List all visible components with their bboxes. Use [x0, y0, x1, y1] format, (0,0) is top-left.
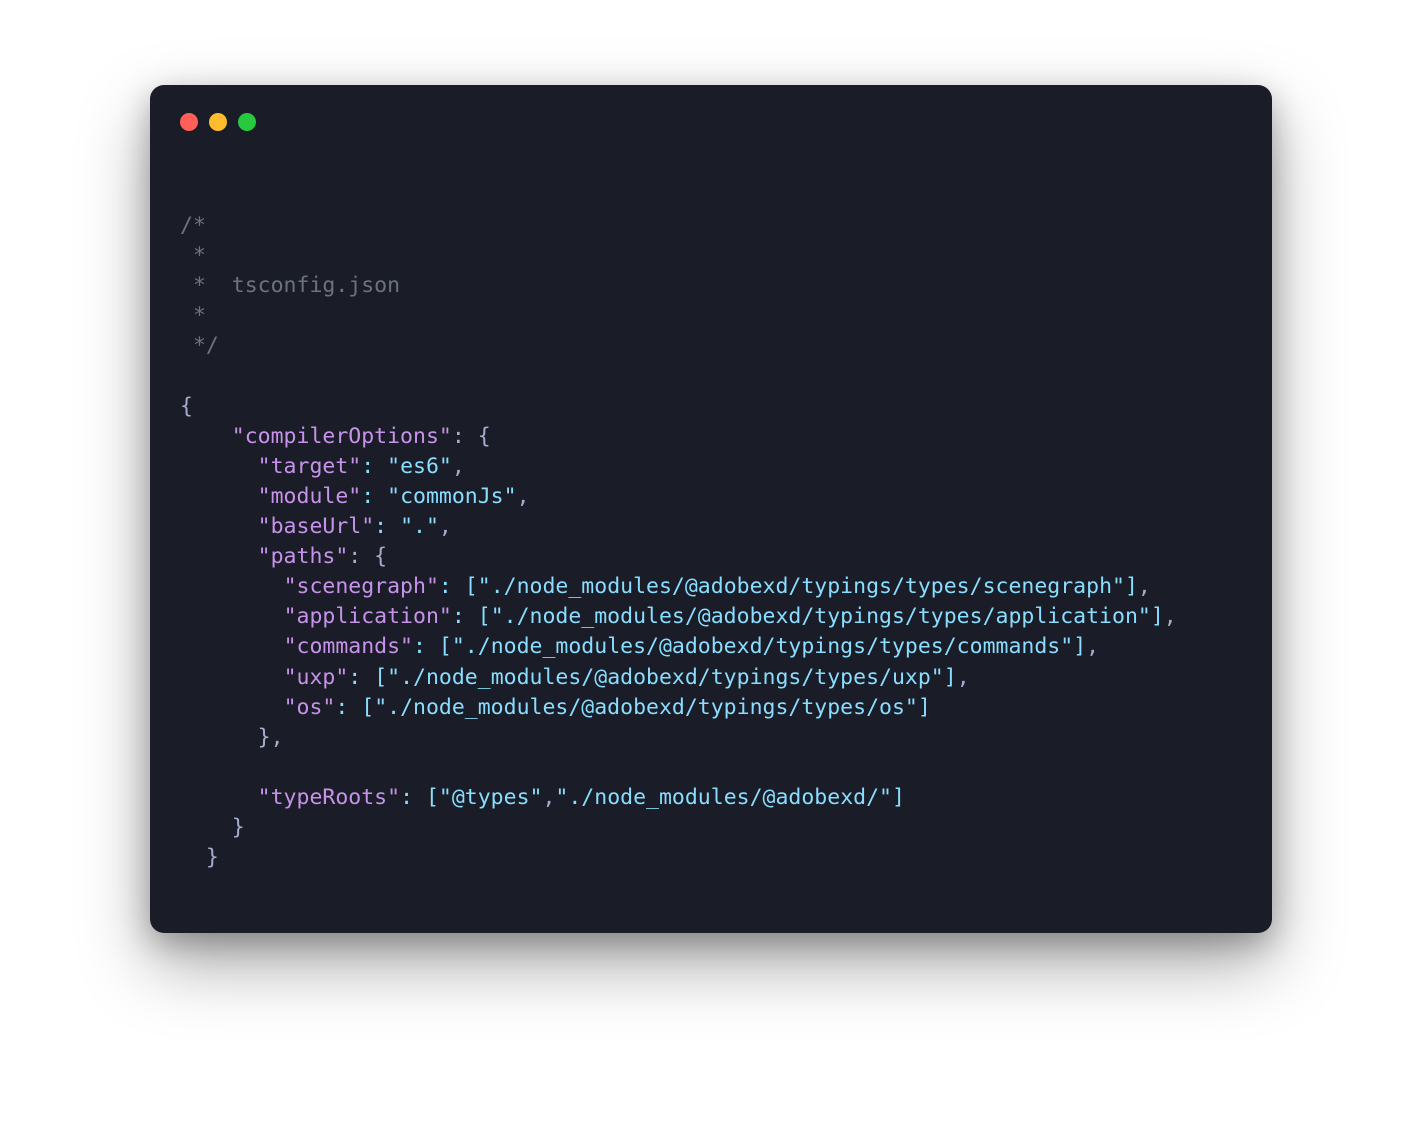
punc: ] — [892, 785, 905, 810]
punc: , — [1086, 634, 1099, 659]
json-key-target: "target" — [258, 454, 362, 479]
punc: [ — [478, 604, 491, 629]
punc: ] — [944, 665, 957, 690]
punc: ] — [1073, 634, 1086, 659]
json-string: "./node_modules/@adobexd/typings/types/c… — [452, 634, 1073, 659]
json-key-application: "application" — [284, 604, 452, 629]
comment-line: /* — [180, 213, 206, 238]
json-key-scenegraph: "scenegraph" — [284, 574, 439, 599]
punc: , — [1164, 604, 1177, 629]
punc: : { — [452, 424, 491, 449]
comment-line: * — [180, 243, 206, 268]
json-key-os: "os" — [284, 695, 336, 720]
punc: [ — [465, 574, 478, 599]
code-editor: /* * * tsconfig.json * */ { "compilerOpt… — [150, 181, 1272, 873]
punc: ] — [918, 695, 931, 720]
punc: ] — [1151, 604, 1164, 629]
json-string: "./node_modules/@adobexd/typings/types/s… — [478, 574, 1125, 599]
punc: : — [413, 634, 439, 659]
json-string: "./node_modules/@adobexd/typings/types/a… — [491, 604, 1151, 629]
json-key-baseUrl: "baseUrl" — [258, 514, 375, 539]
code-window: /* * * tsconfig.json * */ { "compilerOpt… — [150, 85, 1272, 933]
zoom-icon[interactable] — [238, 113, 256, 131]
json-key-paths: "paths" — [258, 544, 349, 569]
punc: , — [1138, 574, 1151, 599]
brace-close: } — [232, 815, 245, 840]
punc: : — [361, 454, 387, 479]
brace-close: } — [206, 845, 219, 870]
punc: , — [517, 484, 530, 509]
close-icon[interactable] — [180, 113, 198, 131]
comment-line: * tsconfig.json — [180, 273, 400, 298]
json-key-commands: "commands" — [284, 634, 413, 659]
punc: , — [542, 785, 555, 810]
punc: : — [374, 514, 400, 539]
punc: }, — [258, 725, 284, 750]
punc: , — [452, 454, 465, 479]
punc: : { — [348, 544, 387, 569]
punc: [ — [374, 665, 387, 690]
punc: : — [439, 574, 465, 599]
punc: : — [400, 785, 426, 810]
punc: ] — [1125, 574, 1138, 599]
window-titlebar — [150, 113, 1272, 131]
json-string: "./node_modules/@adobexd/typings/types/o… — [374, 695, 918, 720]
punc: : — [335, 695, 361, 720]
json-key-typeRoots: "typeRoots" — [258, 785, 400, 810]
json-string: "commonJs" — [387, 484, 516, 509]
json-string: "./node_modules/@adobexd/" — [555, 785, 892, 810]
punc: : — [361, 484, 387, 509]
json-key-module: "module" — [258, 484, 362, 509]
punc: , — [957, 665, 970, 690]
json-string: "@types" — [439, 785, 543, 810]
json-string: "." — [400, 514, 439, 539]
brace-open: { — [180, 394, 193, 419]
json-string: "es6" — [387, 454, 452, 479]
punc: [ — [361, 695, 374, 720]
json-string: "./node_modules/@adobexd/typings/types/u… — [387, 665, 944, 690]
comment-line: * — [180, 303, 206, 328]
punc: : — [452, 604, 478, 629]
punc: , — [439, 514, 452, 539]
punc: [ — [439, 634, 452, 659]
punc: [ — [426, 785, 439, 810]
minimize-icon[interactable] — [209, 113, 227, 131]
comment-line: */ — [180, 333, 219, 358]
json-key-compilerOptions: "compilerOptions" — [232, 424, 452, 449]
json-key-uxp: "uxp" — [284, 665, 349, 690]
punc: : — [348, 665, 374, 690]
